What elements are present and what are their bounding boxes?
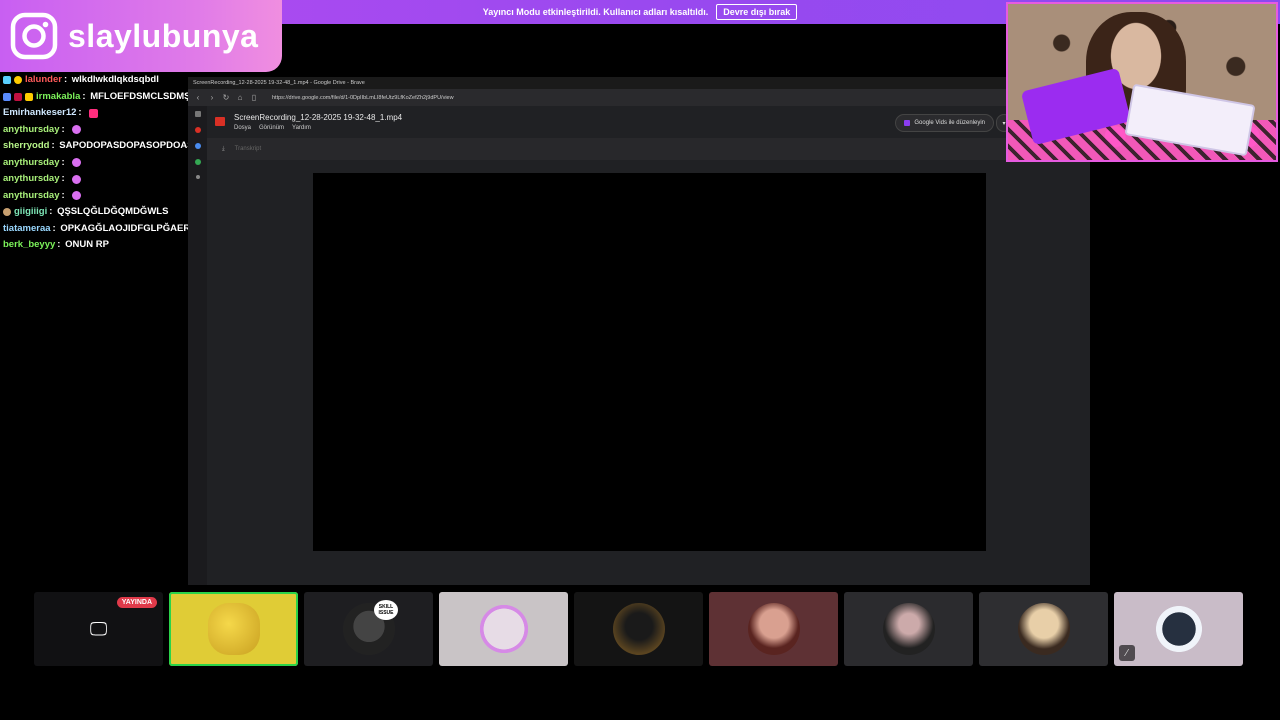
crown-icon [25,92,33,101]
video-player[interactable] [313,173,986,551]
instagram-handle: slaylubunya [68,17,259,54]
emote-icon [72,158,82,168]
avatar [747,603,800,655]
participant-tile[interactable]: ⁄ [1114,592,1243,666]
add-icon[interactable] [195,175,200,179]
window-title: ScreenRecording_12-28-2025 19-32-48_1.mp… [188,77,1090,89]
reload-icon[interactable]: ↻ [222,93,230,102]
vids-button-label: Google Vids ile düzenleyin [914,120,985,126]
app-icon[interactable] [194,159,201,165]
chat-username: giigiiigi [14,206,48,217]
participant-tile[interactable] [979,592,1108,666]
streamer-mode-message: Yayıncı Modu etkinleştirildi. Kullanıcı … [482,7,709,17]
app-icon[interactable] [194,143,201,149]
address-bar-row: ‹ › ↻ ⌂ ▯ https://drive.google.com/file/… [188,89,1090,106]
chat-username: tiatameraa [3,222,51,234]
participant-tile[interactable] [844,592,973,666]
bookmark-icon[interactable]: ▯ [250,93,258,102]
participant-tile[interactable]: SKILL ISSUE [304,592,433,666]
emote-icon [72,191,82,201]
chat-username: lalunder [25,74,62,85]
avatar [1017,603,1070,655]
participant-tile-screen[interactable]: YAYINDA 🖵 [34,592,163,666]
edit-with-vids-button[interactable]: Google Vids ile düzenleyin [895,114,994,132]
muted-mic-icon: ⁄ [1119,645,1135,661]
transcript-button[interactable]: Transkript [235,146,261,152]
chat-text: QŞSLQĞLDĞQMDĞWLS [57,206,169,217]
skill-issue-sticker: SKILL ISSUE [374,600,398,620]
avatar [1152,603,1205,655]
live-badge: YAYINDA [116,597,157,608]
chat-username: Emirhankeser12 [3,107,77,118]
viewer-toolbar: ⤓ Transkript [207,138,1090,160]
disable-streamer-mode-button[interactable]: Devre dışı bırak [716,4,798,20]
participant-tile-active[interactable] [169,592,298,666]
menu-help[interactable]: Yardım [292,125,311,131]
chat-username: berk_beyyy [3,239,56,250]
download-icon[interactable]: ⤓ [222,146,225,153]
url-field[interactable]: https://drive.google.com/file/d/1-0DpIIb… [272,95,454,101]
sidebar-toggle-icon[interactable] [194,111,201,117]
badge-icon [3,92,11,101]
participant-tile[interactable] [709,592,838,666]
file-title: ScreenRecording_12-28-2025 19-32-48_1.mp… [234,113,403,122]
menu-file[interactable]: Dosya [234,125,251,131]
menu-view[interactable]: Görünüm [259,125,284,131]
chat-username: irmakabla [36,90,81,102]
instagram-overlay: slaylubunya [0,0,282,72]
browser-sidebar [188,106,207,585]
chat-username: anythursday [3,156,60,168]
chat-text: ONUN RP [65,239,109,250]
avatar [612,603,665,655]
avatar [207,603,260,655]
participant-tile[interactable] [574,592,703,666]
vids-icon [904,120,911,126]
video-file-icon [215,117,225,126]
chat-username: anythursday [3,189,60,201]
chat-text: wlkdlwkdlqkdsqbdl [71,74,159,85]
badge-icon [14,76,22,85]
webcam-feed [1006,2,1278,162]
shared-browser-window: ScreenRecording_12-28-2025 19-32-48_1.mp… [188,77,1090,585]
drive-header: ScreenRecording_12-28-2025 19-32-48_1.mp… [207,106,1090,138]
avatar [477,603,530,655]
participant-strip: YAYINDA 🖵 SKILL ISSUE ⁄ [34,592,1246,666]
participant-tile[interactable] [439,592,568,666]
app-icon[interactable] [194,127,201,133]
badge-icon [3,208,11,217]
chat-username: anythursday [3,123,60,135]
chat-username: anythursday [3,173,60,184]
instagram-icon [10,12,58,60]
badge-icon [3,76,11,85]
forward-icon[interactable]: › [208,93,216,102]
emote-icon [89,108,99,118]
avatar [882,603,935,655]
home-icon[interactable]: ⌂ [236,93,244,102]
badge-icon [14,92,22,101]
file-menu: Dosya Görünüm Yardım [234,125,311,131]
screen-share-icon: 🖵 [89,618,108,639]
chat-username: sherryodd [3,140,50,151]
emote-icon [72,125,82,135]
back-icon[interactable]: ‹ [194,93,202,102]
emote-icon [72,174,82,184]
